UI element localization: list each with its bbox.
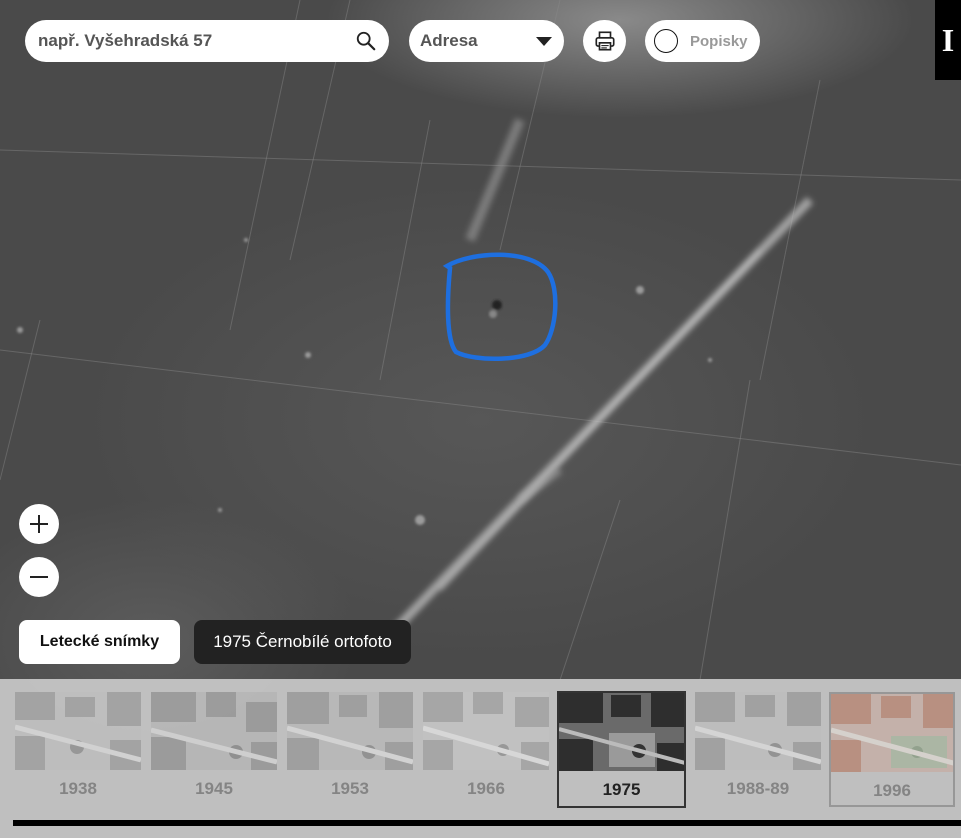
timeline-item[interactable]: 1966 [423, 692, 549, 807]
address-search [25, 20, 389, 62]
timeline-item[interactable]: 1988-89 [695, 692, 821, 807]
search-mode-select[interactable]: Adresa [409, 20, 564, 62]
timeline-item[interactable]: 1953 [287, 692, 413, 807]
search-input[interactable] [36, 30, 355, 52]
thumbnail-image [831, 694, 953, 772]
timeline-item[interactable]: 1996 [829, 692, 955, 807]
thumbnail-image [423, 692, 549, 770]
layer-caption: 1975 Černobílé ortofoto [194, 620, 411, 664]
thumbnail-image [695, 692, 821, 770]
film-scratches [0, 0, 961, 681]
search-icon[interactable] [355, 30, 377, 52]
thumbnail-image [287, 692, 413, 770]
minus-icon [30, 576, 48, 578]
chevron-down-icon [536, 36, 552, 46]
timeline-year: 1945 [195, 778, 233, 798]
info-button[interactable]: I [935, 0, 961, 80]
timeline-year: 1996 [873, 780, 911, 800]
timeline-track[interactable] [13, 820, 961, 826]
printer-icon [594, 31, 615, 51]
thumbnail-image [15, 692, 141, 770]
timeline-bar: 1938 1945 1953 1966 1975 1988-89 1996 [0, 679, 961, 838]
labels-toggle[interactable]: Popisky [645, 20, 760, 62]
print-button[interactable] [583, 20, 626, 62]
search-mode-value: Adresa [420, 31, 478, 50]
zoom-in-button[interactable] [19, 504, 59, 544]
aerial-photos-button[interactable]: Letecké snímky [19, 620, 180, 664]
timeline-year: 1966 [467, 778, 505, 798]
timeline-year: 1988-89 [726, 778, 790, 798]
timeline-item[interactable]: 1945 [151, 692, 277, 807]
timeline-year: 1938 [59, 778, 97, 798]
toggle-circle-icon[interactable] [654, 29, 678, 53]
labels-toggle-label: Popisky [690, 32, 748, 50]
zoom-out-button[interactable] [19, 557, 59, 597]
timeline-item-active[interactable]: 1975 [557, 691, 686, 808]
timeline-year: 1975 [602, 779, 641, 799]
thumbnail-image [559, 693, 684, 771]
thumbnail-image [151, 692, 277, 770]
plus-icon [30, 515, 48, 533]
timeline-item[interactable]: 1938 [15, 692, 141, 807]
timeline-year: 1953 [331, 778, 369, 798]
